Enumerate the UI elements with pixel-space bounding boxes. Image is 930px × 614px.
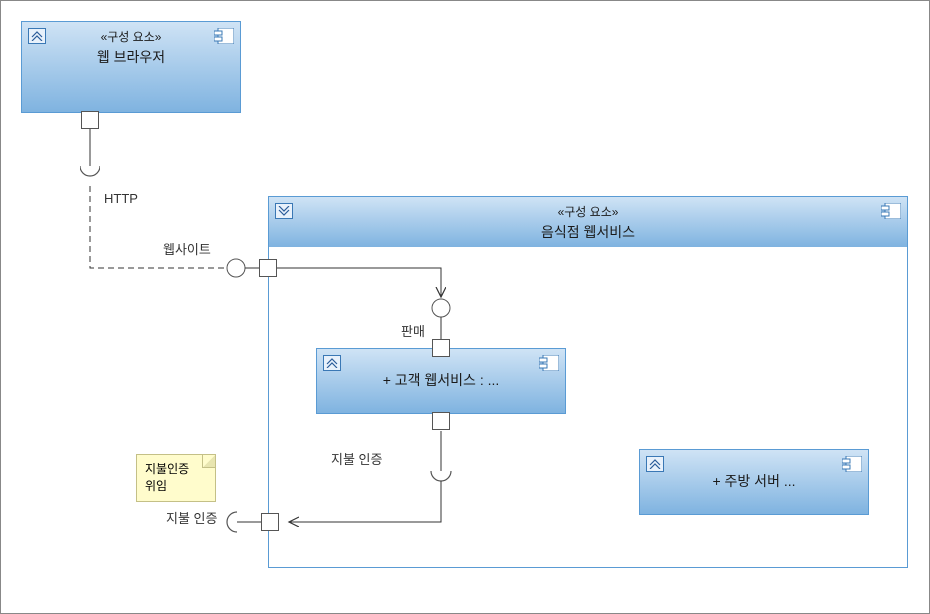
stereotype: «구성 요소» bbox=[30, 28, 232, 45]
label-payment-inner: 지불 인증 bbox=[331, 449, 382, 468]
diagram-canvas: «구성 요소» 웹 브라우저 HTTP 웹사이트 «구성 요소» 음식점 웹서비… bbox=[0, 0, 930, 614]
port-browser-http[interactable] bbox=[81, 111, 99, 129]
label-payment-outer: 지불 인증 bbox=[166, 508, 217, 527]
note-line2: 위임 bbox=[145, 478, 207, 495]
collapse-icon[interactable] bbox=[28, 28, 46, 44]
component-kitchen[interactable]: + 주방 서버 ... bbox=[639, 449, 869, 515]
component-icon bbox=[842, 456, 862, 472]
label-website: 웹사이트 bbox=[163, 239, 211, 258]
component-name: + 고객 웹서비스 : ... bbox=[383, 370, 500, 390]
port-restaurant-payment[interactable] bbox=[261, 513, 279, 531]
component-icon bbox=[214, 28, 234, 44]
port-customer-sales[interactable] bbox=[432, 339, 450, 357]
component-name: 웹 브라우저 bbox=[30, 47, 232, 67]
label-http: HTTP bbox=[104, 191, 138, 206]
socket-http bbox=[80, 166, 100, 178]
note-payment-delegation[interactable]: 지불인증 위임 bbox=[136, 454, 216, 502]
port-restaurant-website[interactable] bbox=[259, 259, 277, 277]
component-name: 음식점 웹서비스 bbox=[277, 222, 899, 242]
component-customer[interactable]: + 고객 웹서비스 : ... bbox=[316, 348, 566, 414]
note-line1: 지불인증 bbox=[145, 461, 207, 478]
collapse-icon[interactable] bbox=[646, 456, 664, 472]
expand-icon[interactable] bbox=[275, 203, 293, 219]
component-icon bbox=[881, 203, 901, 219]
component-icon bbox=[539, 355, 559, 371]
port-customer-payment[interactable] bbox=[432, 412, 450, 430]
component-browser[interactable]: «구성 요소» 웹 브라우저 bbox=[21, 21, 241, 113]
stereotype: «구성 요소» bbox=[277, 203, 899, 220]
label-sales: 판매 bbox=[401, 321, 425, 340]
collapse-icon[interactable] bbox=[323, 355, 341, 371]
component-name: + 주방 서버 ... bbox=[712, 471, 795, 491]
